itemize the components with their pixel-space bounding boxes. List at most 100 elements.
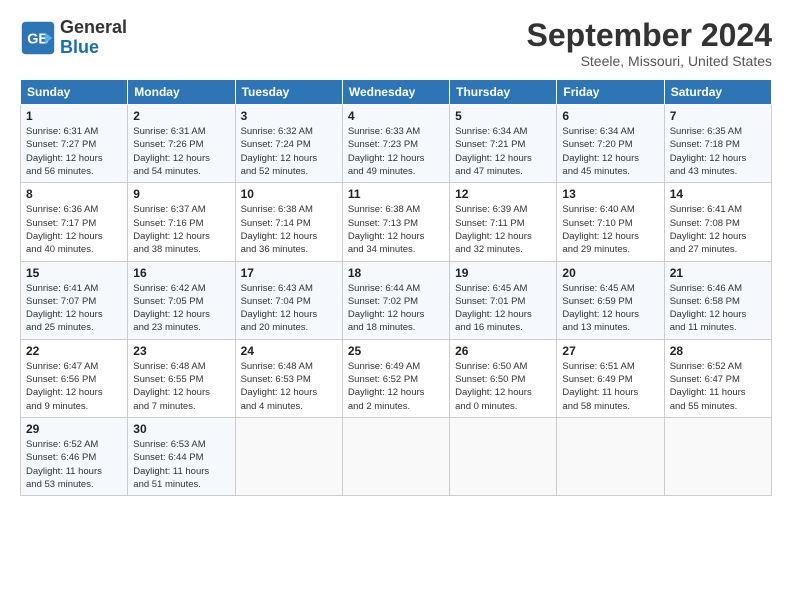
day-number: 1 xyxy=(26,109,122,123)
day-number: 3 xyxy=(241,109,337,123)
day-number: 9 xyxy=(133,187,229,201)
day-info: Sunrise: 6:35 AMSunset: 7:18 PMDaylight:… xyxy=(670,125,766,178)
calendar-week-5: 29Sunrise: 6:52 AMSunset: 6:46 PMDayligh… xyxy=(21,417,772,495)
location: Steele, Missouri, United States xyxy=(527,53,772,69)
table-row: 24 Sunrise: 6:48 AMSunset: 6:53 PMDayligh… xyxy=(235,339,342,417)
col-friday: Friday xyxy=(557,80,664,105)
table-row: 17 Sunrise: 6:43 AMSunset: 7:04 PMDayligh… xyxy=(235,261,342,339)
day-number: 24 xyxy=(241,344,337,358)
calendar-week-1: 1 Sunrise: 6:31 AMSunset: 7:27 PMDaylight… xyxy=(21,105,772,183)
table-row: 10 Sunrise: 6:38 AMSunset: 7:14 PMDayligh… xyxy=(235,183,342,261)
table-row: 25 Sunrise: 6:49 AMSunset: 6:52 PMDayligh… xyxy=(342,339,449,417)
table-row: 28 Sunrise: 6:52 AMSunset: 6:47 PMDayligh… xyxy=(664,339,771,417)
day-number: 19 xyxy=(455,266,551,280)
table-row: 4 Sunrise: 6:33 AMSunset: 7:23 PMDaylight… xyxy=(342,105,449,183)
day-info: Sunrise: 6:48 AMSunset: 6:55 PMDaylight:… xyxy=(133,360,229,413)
day-number: 17 xyxy=(241,266,337,280)
col-wednesday: Wednesday xyxy=(342,80,449,105)
col-saturday: Saturday xyxy=(664,80,771,105)
day-info: Sunrise: 6:53 AMSunset: 6:44 PMDaylight:… xyxy=(133,438,229,491)
day-number: 5 xyxy=(455,109,551,123)
table-row: 12 Sunrise: 6:39 AMSunset: 7:11 PMDayligh… xyxy=(450,183,557,261)
day-number: 6 xyxy=(562,109,658,123)
day-info: Sunrise: 6:34 AMSunset: 7:21 PMDaylight:… xyxy=(455,125,551,178)
day-number: 18 xyxy=(348,266,444,280)
day-number: 12 xyxy=(455,187,551,201)
day-info: Sunrise: 6:38 AMSunset: 7:13 PMDaylight:… xyxy=(348,203,444,256)
table-row: 2 Sunrise: 6:31 AMSunset: 7:26 PMDaylight… xyxy=(128,105,235,183)
table-row: 1 Sunrise: 6:31 AMSunset: 7:27 PMDaylight… xyxy=(21,105,128,183)
month-title: September 2024 xyxy=(527,18,772,53)
table-row: 5 Sunrise: 6:34 AMSunset: 7:21 PMDaylight… xyxy=(450,105,557,183)
table-row: 22Sunrise: 6:47 AMSunset: 6:56 PMDayligh… xyxy=(21,339,128,417)
table-row: 11 Sunrise: 6:38 AMSunset: 7:13 PMDayligh… xyxy=(342,183,449,261)
table-row: 21Sunrise: 6:46 AMSunset: 6:58 PMDayligh… xyxy=(664,261,771,339)
table-row xyxy=(557,417,664,495)
day-number: 26 xyxy=(455,344,551,358)
title-area: September 2024 Steele, Missouri, United … xyxy=(527,18,772,69)
day-info: Sunrise: 6:45 AMSunset: 7:01 PMDaylight:… xyxy=(455,282,551,335)
day-number: 14 xyxy=(670,187,766,201)
day-info: Sunrise: 6:33 AMSunset: 7:23 PMDaylight:… xyxy=(348,125,444,178)
table-row: 8 Sunrise: 6:36 AMSunset: 7:17 PMDaylight… xyxy=(21,183,128,261)
col-thursday: Thursday xyxy=(450,80,557,105)
table-row xyxy=(450,417,557,495)
day-number: 20 xyxy=(562,266,658,280)
day-number: 10 xyxy=(241,187,337,201)
header: GB General Blue September 2024 Steele, M… xyxy=(20,18,772,69)
day-info: Sunrise: 6:45 AMSunset: 6:59 PMDaylight:… xyxy=(562,282,658,335)
day-info: Sunrise: 6:51 AMSunset: 6:49 PMDaylight:… xyxy=(562,360,658,413)
table-row: 27Sunrise: 6:51 AMSunset: 6:49 PMDayligh… xyxy=(557,339,664,417)
day-info: Sunrise: 6:50 AMSunset: 6:50 PMDaylight:… xyxy=(455,360,551,413)
day-info: Sunrise: 6:40 AMSunset: 7:10 PMDaylight:… xyxy=(562,203,658,256)
day-info: Sunrise: 6:34 AMSunset: 7:20 PMDaylight:… xyxy=(562,125,658,178)
day-info: Sunrise: 6:52 AMSunset: 6:46 PMDaylight:… xyxy=(26,438,122,491)
day-info: Sunrise: 6:39 AMSunset: 7:11 PMDaylight:… xyxy=(455,203,551,256)
table-row: 23 Sunrise: 6:48 AMSunset: 6:55 PMDayligh… xyxy=(128,339,235,417)
day-info: Sunrise: 6:43 AMSunset: 7:04 PMDaylight:… xyxy=(241,282,337,335)
day-info: Sunrise: 6:52 AMSunset: 6:47 PMDaylight:… xyxy=(670,360,766,413)
table-row: 9 Sunrise: 6:37 AMSunset: 7:16 PMDaylight… xyxy=(128,183,235,261)
table-row: 19 Sunrise: 6:45 AMSunset: 7:01 PMDayligh… xyxy=(450,261,557,339)
calendar-week-4: 22Sunrise: 6:47 AMSunset: 6:56 PMDayligh… xyxy=(21,339,772,417)
day-number: 21 xyxy=(670,266,766,280)
table-row: 29Sunrise: 6:52 AMSunset: 6:46 PMDayligh… xyxy=(21,417,128,495)
calendar-week-2: 8 Sunrise: 6:36 AMSunset: 7:17 PMDaylight… xyxy=(21,183,772,261)
table-row: 16 Sunrise: 6:42 AMSunset: 7:05 PMDayligh… xyxy=(128,261,235,339)
table-row: 6 Sunrise: 6:34 AMSunset: 7:20 PMDaylight… xyxy=(557,105,664,183)
day-info: Sunrise: 6:36 AMSunset: 7:17 PMDaylight:… xyxy=(26,203,122,256)
day-info: Sunrise: 6:41 AMSunset: 7:07 PMDaylight:… xyxy=(26,282,122,335)
table-row: 26 Sunrise: 6:50 AMSunset: 6:50 PMDayligh… xyxy=(450,339,557,417)
day-number: 30 xyxy=(133,422,229,436)
table-row: 18 Sunrise: 6:44 AMSunset: 7:02 PMDayligh… xyxy=(342,261,449,339)
day-info: Sunrise: 6:48 AMSunset: 6:53 PMDaylight:… xyxy=(241,360,337,413)
day-number: 11 xyxy=(348,187,444,201)
day-info: Sunrise: 6:31 AMSunset: 7:26 PMDaylight:… xyxy=(133,125,229,178)
col-sunday: Sunday xyxy=(21,80,128,105)
day-number: 23 xyxy=(133,344,229,358)
table-row: 13Sunrise: 6:40 AMSunset: 7:10 PMDayligh… xyxy=(557,183,664,261)
day-info: Sunrise: 6:41 AMSunset: 7:08 PMDaylight:… xyxy=(670,203,766,256)
table-row: 3 Sunrise: 6:32 AMSunset: 7:24 PMDaylight… xyxy=(235,105,342,183)
table-row: 7Sunrise: 6:35 AMSunset: 7:18 PMDaylight… xyxy=(664,105,771,183)
day-number: 2 xyxy=(133,109,229,123)
day-number: 16 xyxy=(133,266,229,280)
table-row xyxy=(664,417,771,495)
logo: GB General Blue xyxy=(20,18,127,58)
day-info: Sunrise: 6:42 AMSunset: 7:05 PMDaylight:… xyxy=(133,282,229,335)
day-info: Sunrise: 6:31 AMSunset: 7:27 PMDaylight:… xyxy=(26,125,122,178)
day-info: Sunrise: 6:49 AMSunset: 6:52 PMDaylight:… xyxy=(348,360,444,413)
logo-icon: GB xyxy=(20,20,56,56)
day-number: 28 xyxy=(670,344,766,358)
day-info: Sunrise: 6:38 AMSunset: 7:14 PMDaylight:… xyxy=(241,203,337,256)
day-number: 4 xyxy=(348,109,444,123)
table-row xyxy=(235,417,342,495)
calendar-week-3: 15Sunrise: 6:41 AMSunset: 7:07 PMDayligh… xyxy=(21,261,772,339)
table-row: 30 Sunrise: 6:53 AMSunset: 6:44 PMDayligh… xyxy=(128,417,235,495)
day-info: Sunrise: 6:44 AMSunset: 7:02 PMDaylight:… xyxy=(348,282,444,335)
day-number: 8 xyxy=(26,187,122,201)
day-info: Sunrise: 6:32 AMSunset: 7:24 PMDaylight:… xyxy=(241,125,337,178)
day-number: 25 xyxy=(348,344,444,358)
table-row: 15Sunrise: 6:41 AMSunset: 7:07 PMDayligh… xyxy=(21,261,128,339)
day-info: Sunrise: 6:37 AMSunset: 7:16 PMDaylight:… xyxy=(133,203,229,256)
